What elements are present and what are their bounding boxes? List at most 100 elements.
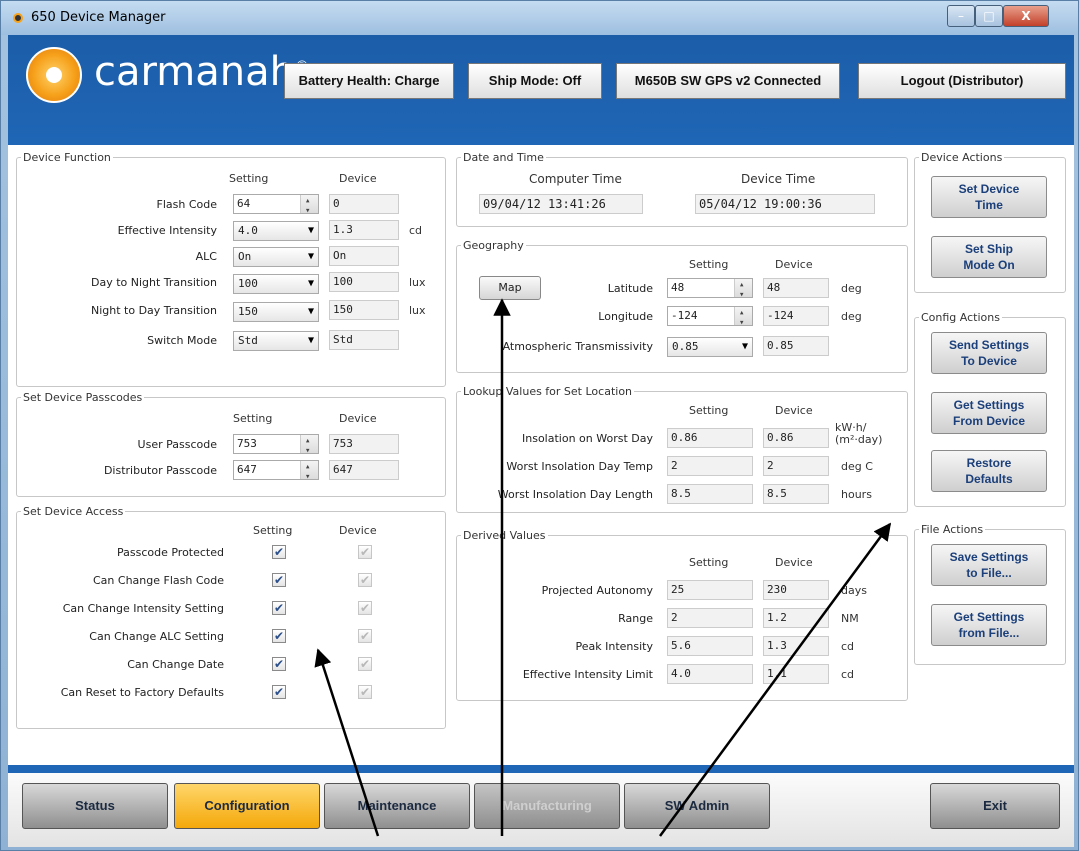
projected-autonomy-device: 230 (763, 580, 829, 600)
save-settings-file-button[interactable]: Save Settings to File... (931, 544, 1047, 586)
flash-code-setting[interactable]: 64 (233, 194, 319, 214)
day-to-night-device: 100 (329, 272, 399, 292)
config-actions-group: Config Actions Send Settings To Device G… (914, 311, 1066, 507)
access-label: Can Change Flash Code (93, 574, 224, 587)
app-window: 650 Device Manager – □ X carmanah® Batte… (0, 0, 1079, 851)
access-setting-checkbox[interactable]: ✔ (272, 601, 286, 615)
access-setting-checkbox[interactable]: ✔ (272, 573, 286, 587)
column-device: Device (339, 524, 377, 537)
nav-exit[interactable]: Exit (930, 783, 1060, 829)
spinner-icon[interactable] (734, 307, 752, 325)
latitude-setting[interactable]: 48 (667, 278, 753, 298)
battery-health-status: Battery Health: Charge (284, 63, 454, 99)
restore-defaults-button[interactable]: Restore Defaults (931, 450, 1047, 492)
worst-day-length-label: Worst Insolation Day Length (497, 488, 653, 501)
nav-configuration[interactable]: Configuration (174, 783, 320, 829)
send-settings-button[interactable]: Send Settings To Device (931, 332, 1047, 374)
unit-label: cd (409, 224, 423, 237)
projected-autonomy-setting: 25 (667, 580, 753, 600)
alc-label: ALC (195, 250, 217, 263)
footer-divider (8, 765, 1074, 773)
spinner-icon[interactable] (300, 435, 318, 453)
spinner-icon[interactable] (734, 279, 752, 297)
effective-intensity-select[interactable]: 4.0 ▼ (233, 221, 319, 241)
nav-status[interactable]: Status (22, 783, 168, 829)
access-device-checkbox: ✔ (358, 629, 372, 643)
device-time-value: 05/04/12 19:00:36 (695, 194, 875, 214)
nav-sw-admin[interactable]: SW Admin (624, 783, 770, 829)
ship-mode-status: Ship Mode: Off (468, 63, 602, 99)
worst-day-temp-label: Worst Insolation Day Temp (506, 460, 653, 473)
projected-autonomy-label: Projected Autonomy (541, 584, 653, 597)
alc-select[interactable]: On ▼ (233, 247, 319, 267)
device-actions-group: Device Actions Set Device Time Set Ship … (914, 151, 1066, 293)
spinner-icon[interactable] (300, 195, 318, 213)
access-setting-checkbox[interactable]: ✔ (272, 545, 286, 559)
switch-mode-select[interactable]: Std ▼ (233, 331, 319, 351)
night-to-day-select[interactable]: 150 ▼ (233, 302, 319, 322)
effective-intensity-device: 1.3 (329, 220, 399, 240)
switch-mode-label: Switch Mode (147, 334, 217, 347)
effective-intensity-limit-setting: 4.0 (667, 664, 753, 684)
effective-intensity-limit-device: 1.1 (763, 664, 829, 684)
lookup-values-group: Lookup Values for Set Location Setting D… (456, 385, 908, 513)
unit-label: lux (409, 276, 426, 289)
distributor-passcode-label: Distributor Passcode (103, 464, 217, 477)
distributor-passcode-setting[interactable]: 647 (233, 460, 319, 480)
minimize-button[interactable]: – (947, 5, 975, 27)
access-label: Can Reset to Factory Defaults (60, 686, 224, 699)
peak-intensity-device: 1.3 (763, 636, 829, 656)
worst-day-temp-setting: 2 (667, 456, 753, 476)
device-function-group: Device Function Setting Device Flash Cod… (16, 151, 446, 387)
range-device: 1.2 (763, 608, 829, 628)
access-setting-checkbox[interactable]: ✔ (272, 685, 286, 699)
app-icon (13, 13, 23, 23)
night-to-day-device: 150 (329, 300, 399, 320)
access-label: Can Change ALC Setting (89, 630, 224, 643)
column-device: Device (775, 258, 813, 271)
unit-label: lux (409, 304, 426, 317)
atmospheric-transmissivity-select[interactable]: 0.85 ▼ (667, 337, 753, 357)
unit-label: days (841, 584, 867, 597)
alc-device: On (329, 246, 399, 266)
distributor-passcode-device: 647 (329, 460, 399, 480)
atmospheric-transmissivity-label: Atmospheric Transmissivity (502, 340, 653, 353)
column-setting: Setting (233, 412, 273, 425)
column-setting: Setting (253, 524, 293, 537)
derived-values-group: Derived Values Setting Device Projected … (456, 529, 908, 701)
brand-name: carmanah® (94, 49, 309, 95)
set-device-time-button[interactable]: Set Device Time (931, 176, 1047, 218)
group-title: Device Actions (919, 151, 1005, 164)
nav-maintenance[interactable]: Maintenance (324, 783, 470, 829)
close-button[interactable]: X (1003, 5, 1049, 27)
nav-manufacturing[interactable]: Manufacturing (474, 783, 620, 829)
group-title: Config Actions (919, 311, 1002, 324)
day-to-night-label: Day to Night Transition (90, 276, 217, 289)
date-time-group: Date and Time Computer Time Device Time … (456, 151, 908, 227)
day-to-night-select[interactable]: 100 ▼ (233, 274, 319, 294)
set-ship-mode-button[interactable]: Set Ship Mode On (931, 236, 1047, 278)
client-area: carmanah® Battery Health: Charge Ship Mo… (8, 35, 1074, 847)
effective-intensity-limit-label: Effective Intensity Limit (522, 668, 653, 681)
get-settings-file-button[interactable]: Get Settings from File... (931, 604, 1047, 646)
unit-label: deg C (841, 460, 873, 473)
maximize-button[interactable]: □ (975, 5, 1003, 27)
access-device-checkbox: ✔ (358, 685, 372, 699)
unit-label: kW·h/ (m²·day) (835, 421, 883, 446)
chevron-down-icon: ▼ (307, 278, 314, 289)
user-passcode-setting[interactable]: 753 (233, 434, 319, 454)
column-setting: Setting (689, 556, 729, 569)
insolation-label: Insolation on Worst Day (522, 432, 653, 445)
access-device-checkbox: ✔ (358, 573, 372, 587)
longitude-setting[interactable]: -124 (667, 306, 753, 326)
effective-intensity-label: Effective Intensity (117, 224, 217, 237)
window-title: 650 Device Manager (31, 10, 166, 25)
spinner-icon[interactable] (300, 461, 318, 479)
group-title: Lookup Values for Set Location (461, 385, 635, 398)
logout-button[interactable]: Logout (Distributor) (858, 63, 1066, 99)
get-settings-device-button[interactable]: Get Settings From Device (931, 392, 1047, 434)
access-setting-checkbox[interactable]: ✔ (272, 629, 286, 643)
chevron-down-icon: ▼ (307, 251, 314, 262)
title-bar[interactable]: 650 Device Manager – □ X (1, 1, 1078, 35)
access-setting-checkbox[interactable]: ✔ (272, 657, 286, 671)
